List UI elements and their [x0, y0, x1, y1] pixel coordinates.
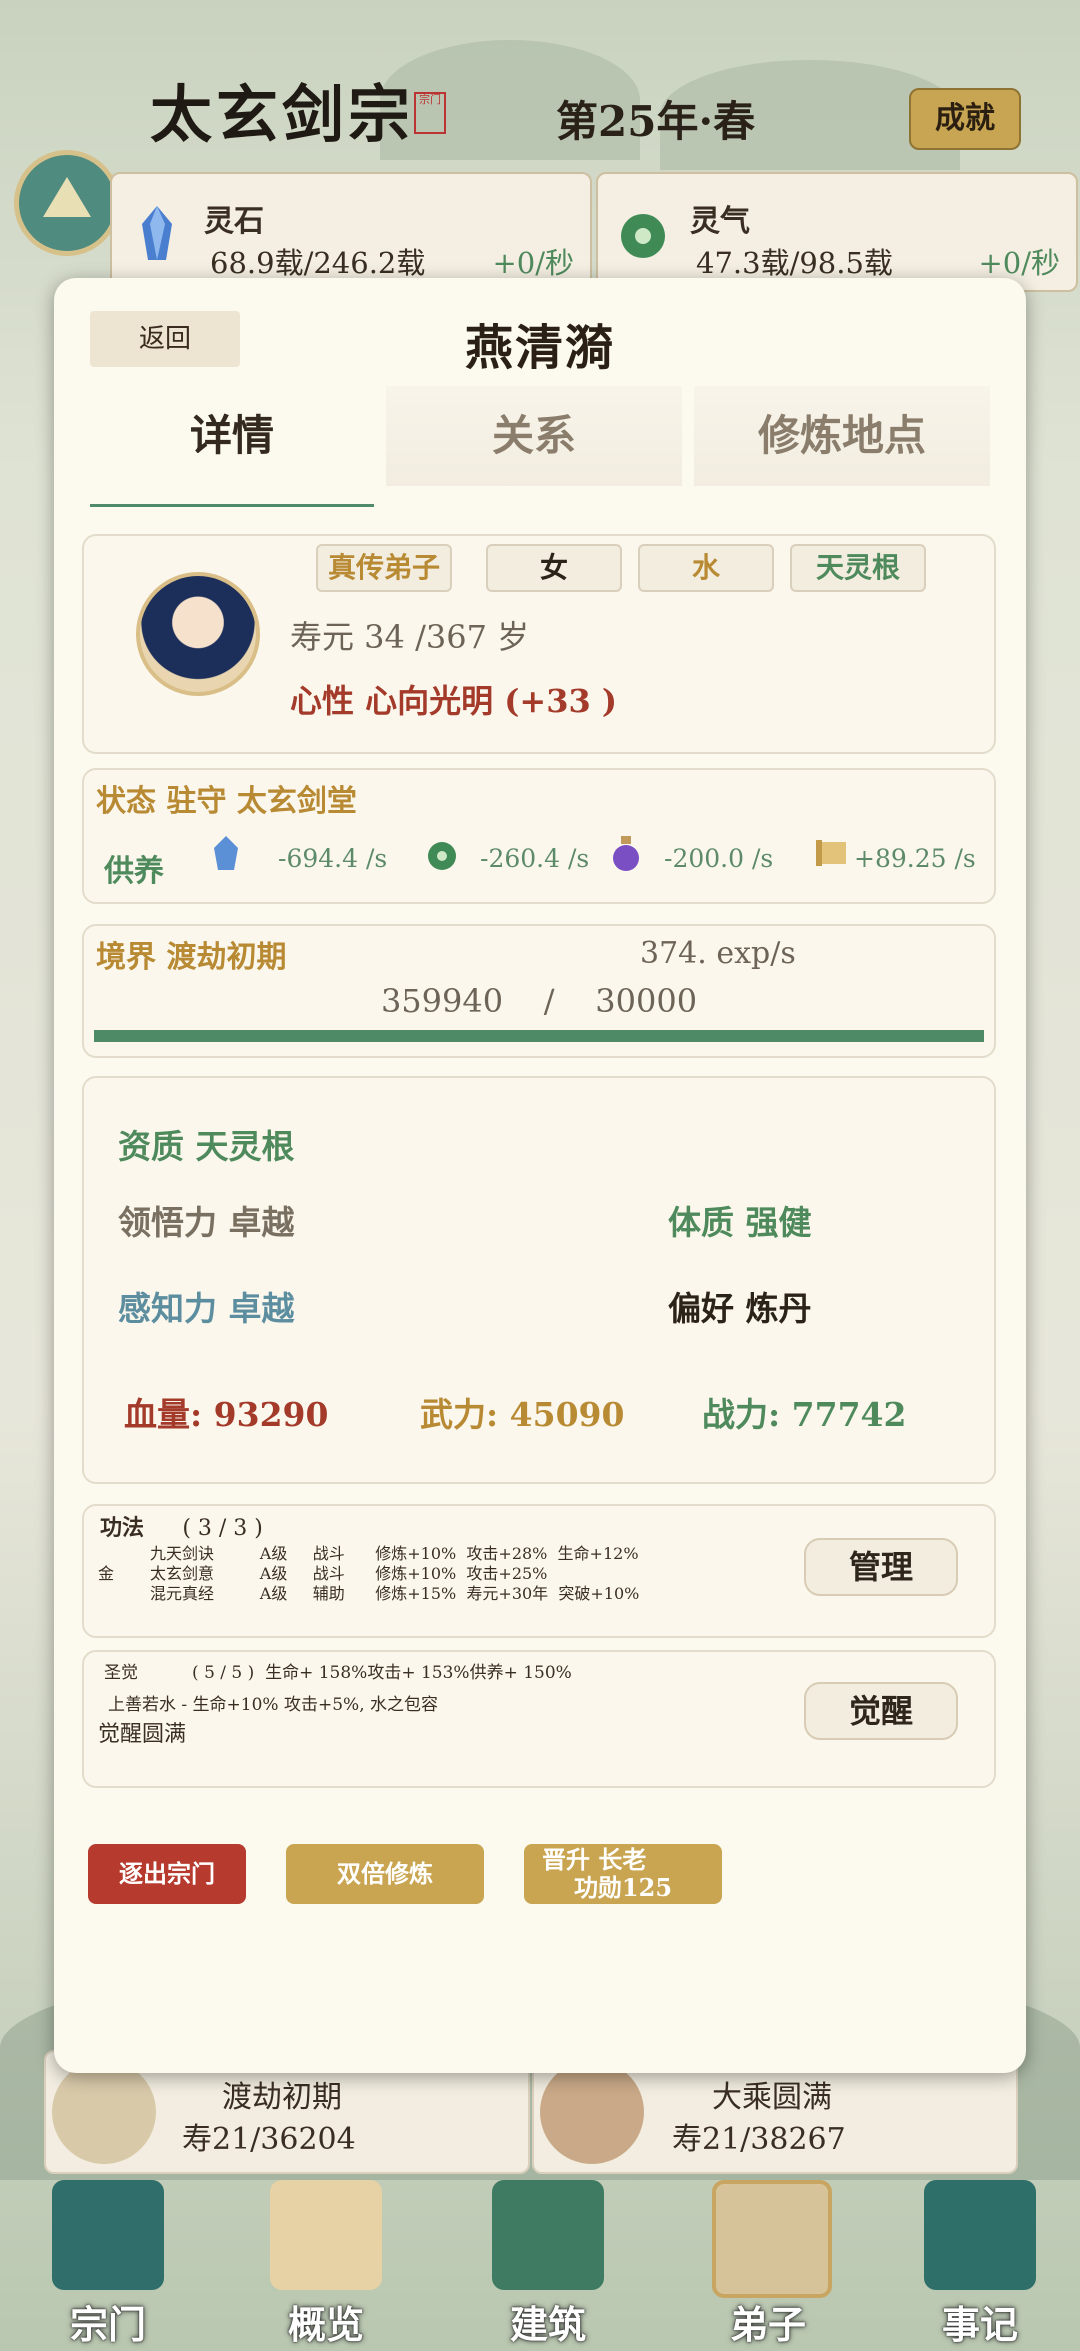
- resource-value: 68.9载/246.2载: [210, 246, 426, 280]
- awakening-panel: 圣觉 ( 5 / 5 ) 生命+ 158%攻击+ 153%供养+ 150% 上善…: [82, 1650, 996, 1788]
- awakening-complete: 觉醒圆满: [98, 1722, 187, 1747]
- resource-card-spirit-stone: 灵石 68.9载/246.2载 +0/秒: [110, 172, 592, 292]
- hp-text: 血量: 93290: [124, 1395, 329, 1434]
- disciple-avatar: [136, 572, 260, 696]
- technique-row: 混元真经 A级 辅助 修炼+15% 寿元+30年 突破+10%: [150, 1584, 640, 1603]
- nav-sect[interactable]: 宗门: [8, 2170, 208, 2351]
- technique-label: 功法: [100, 1515, 145, 1541]
- rank-tag: 真传弟子: [316, 544, 452, 592]
- spirit-stone-icon: [214, 836, 238, 870]
- nav-disciples[interactable]: 弟子: [668, 2170, 868, 2351]
- nav-records[interactable]: 事记: [880, 2170, 1080, 2351]
- double-cultivation-button[interactable]: 双倍修炼: [286, 1844, 484, 1904]
- exp-required: 30000: [595, 982, 698, 1020]
- disciple-detail-modal: 返回 燕清漪 详情 关系 修炼地点 真传弟子 女 水 天灵根 寿元 34 /36…: [54, 278, 1026, 2073]
- active-tab-indicator: [90, 504, 374, 507]
- disciple-avatar: [540, 2060, 644, 2164]
- disciple-lifespan: 寿21/36204: [182, 2122, 356, 2157]
- green-jade-icon: [621, 214, 665, 258]
- supply-value: -694.4 /s: [278, 844, 388, 873]
- top-bar: 太玄剑宗 宗门 第25年·春 成就: [0, 0, 1080, 170]
- nav-label: 事记: [941, 2302, 1018, 2347]
- tab-cultivation-site[interactable]: 修炼地点: [694, 386, 990, 486]
- promote-cost: 功勋125: [573, 1873, 673, 1902]
- status-text: 状态 驻守 太玄剑堂: [96, 784, 357, 819]
- technique-title: 功法 ( 3 / 3 ): [100, 1510, 263, 1542]
- disciple-realm: 渡劫初期: [222, 2080, 342, 2115]
- tab-relations[interactable]: 关系: [386, 386, 682, 486]
- potion-icon: [613, 836, 639, 871]
- root-tag: 天灵根: [790, 544, 926, 592]
- technique-element: 金: [98, 1564, 115, 1583]
- nav-label: 建筑: [509, 2302, 586, 2347]
- bottom-navigation: 宗门 概览 建筑 弟子 事记: [0, 2170, 1080, 2351]
- resource-rate: +0/秒: [978, 246, 1060, 280]
- awakening-header: 圣觉 ( 5 / 5 ) 生命+ 158%攻击+ 153%供养+ 150%: [104, 1663, 572, 1683]
- exp-separator: /: [543, 982, 555, 1020]
- realm-text: 境界 渡劫初期: [96, 940, 287, 975]
- lifespan-text: 寿元 34 /367 岁: [290, 618, 530, 656]
- supply-value: -260.4 /s: [480, 844, 590, 873]
- promote-button[interactable]: 晋升 长老 功勋125: [524, 1844, 722, 1904]
- supply-label: 供养: [104, 854, 164, 889]
- blue-crystal-icon: [142, 206, 172, 260]
- resource-rate: +0/秒: [492, 246, 574, 280]
- disciple-avatar: [52, 2060, 156, 2164]
- resource-name: 灵石: [204, 204, 264, 239]
- realm-panel: 境界 渡劫初期 374. exp/s 359940 / 30000: [82, 924, 996, 1058]
- perception-text: 感知力 卓越: [118, 1289, 295, 1328]
- disciple-lifespan: 寿21/38267: [672, 2122, 846, 2157]
- chart-scroll-icon: [270, 2180, 382, 2290]
- status-panel: 状态 驻守 太玄剑堂 供养 -694.4 /s -260.4 /s -200.0…: [82, 768, 996, 904]
- book-icon: [924, 2180, 1036, 2290]
- resource-name: 灵气: [690, 204, 750, 239]
- disciple-realm: 大乘圆满: [712, 2080, 832, 2115]
- spirit-jade-icon: [428, 842, 456, 870]
- awakening-detail: 上善若水 - 生命+10% 攻击+5%, 水之包容: [108, 1695, 439, 1715]
- exp-progress-bar: [94, 1030, 984, 1042]
- preference-text: 偏好 炼丹: [668, 1289, 812, 1328]
- tab-details[interactable]: 详情: [90, 386, 374, 486]
- expel-button[interactable]: 逐出宗门: [88, 1844, 246, 1904]
- exp-rate: 374. exp/s: [640, 936, 796, 971]
- tab-bar: 详情 关系 修炼地点: [90, 370, 990, 516]
- disciple-name: 燕清漪: [464, 320, 615, 376]
- force-text: 武力: 45090: [420, 1395, 625, 1434]
- gender-tag: 女: [486, 544, 622, 592]
- year-season: 第25年·春: [556, 97, 756, 146]
- aptitude-text: 资质 天灵根: [118, 1127, 295, 1166]
- nav-label: 宗门: [69, 2302, 146, 2347]
- nav-label: 弟子: [729, 2302, 806, 2347]
- power-text: 战力: 77742: [702, 1395, 907, 1434]
- constitution-text: 体质 强健: [668, 1203, 812, 1242]
- sect-seal: 宗门: [414, 92, 446, 134]
- temperament-text: 心性 心向光明 (+33 ): [290, 682, 618, 720]
- comprehension-text: 领悟力 卓越: [118, 1203, 295, 1242]
- disciple-portrait-icon: [712, 2180, 832, 2298]
- nav-overview[interactable]: 概览: [226, 2170, 426, 2351]
- achievement-button[interactable]: 成就: [909, 88, 1021, 150]
- scroll-icon: [816, 840, 846, 866]
- exp-current: 359940: [380, 982, 504, 1020]
- manage-technique-button[interactable]: 管理: [804, 1538, 958, 1596]
- exp-progress-fill: [94, 1030, 984, 1042]
- sect-gate-icon: [52, 2180, 164, 2290]
- resource-value: 47.3载/98.5载: [696, 246, 893, 280]
- sect-title: 太玄剑宗: [150, 78, 415, 151]
- promote-label: 晋升 长老: [542, 1845, 647, 1874]
- aptitude-panel: 资质 天灵根 领悟力 卓越 体质 强健 感知力 卓越 偏好 炼丹 血量: 932…: [82, 1076, 996, 1484]
- supply-value: -200.0 /s: [664, 844, 774, 873]
- nav-buildings[interactable]: 建筑: [448, 2170, 648, 2351]
- sect-emblem-icon[interactable]: [14, 150, 120, 256]
- element-tag: 水: [638, 544, 774, 592]
- awaken-button[interactable]: 觉醒: [804, 1682, 958, 1740]
- pagoda-icon: [492, 2180, 604, 2290]
- technique-count: ( 3 / 3 ): [182, 1516, 263, 1541]
- resource-card-spirit-qi: 灵气 47.3载/98.5载 +0/秒: [596, 172, 1078, 292]
- exp-values: 359940 / 30000: [84, 982, 994, 1020]
- profile-panel: 真传弟子 女 水 天灵根 寿元 34 /367 岁 心性 心向光明 (+33 ): [82, 534, 996, 754]
- supply-value: +89.25 /s: [854, 844, 976, 873]
- nav-label: 概览: [287, 2302, 364, 2347]
- technique-panel: 功法 ( 3 / 3 ) 金 九天剑诀 A级 战斗 修炼+10% 攻击+28% …: [82, 1504, 996, 1638]
